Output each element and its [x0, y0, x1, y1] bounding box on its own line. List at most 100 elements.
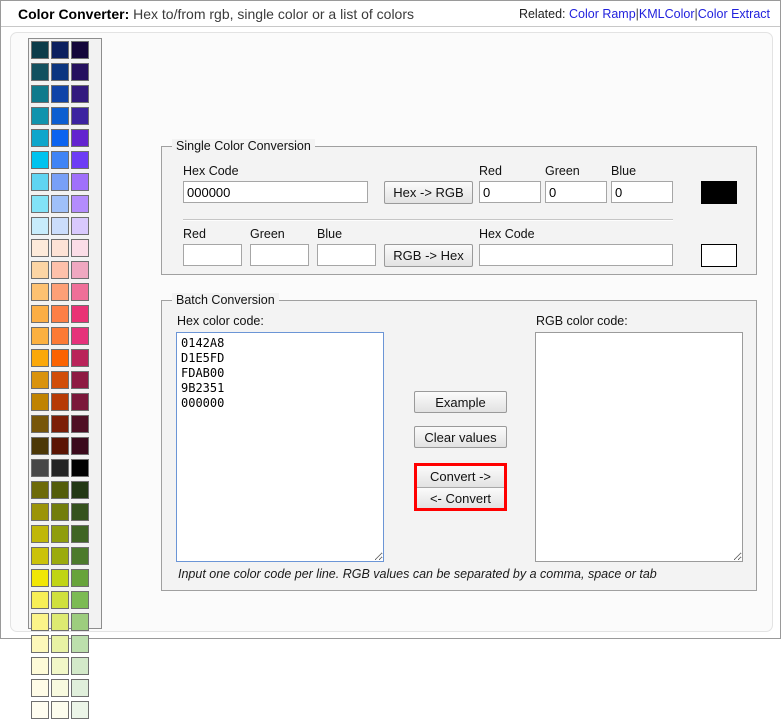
palette-swatch[interactable]	[71, 569, 89, 587]
palette-swatch[interactable]	[51, 503, 69, 521]
palette-swatch[interactable]	[31, 679, 49, 697]
palette-swatch[interactable]	[51, 393, 69, 411]
palette-swatch[interactable]	[31, 349, 49, 367]
palette-swatch[interactable]	[51, 415, 69, 433]
palette-swatch[interactable]	[31, 85, 49, 103]
palette-swatch[interactable]	[71, 481, 89, 499]
palette-swatch[interactable]	[31, 525, 49, 543]
blue-input[interactable]	[611, 181, 673, 203]
palette-swatch[interactable]	[71, 195, 89, 213]
rgb-color-code-textarea[interactable]	[535, 332, 743, 562]
palette-swatch[interactable]	[31, 283, 49, 301]
link-kmlcolor[interactable]: KMLColor	[639, 7, 695, 21]
example-button[interactable]: Example	[414, 391, 507, 413]
palette-swatch[interactable]	[71, 41, 89, 59]
palette-swatch[interactable]	[31, 701, 49, 719]
palette-swatch[interactable]	[31, 437, 49, 455]
hex-to-rgb-button[interactable]: Hex -> RGB	[384, 181, 473, 204]
palette-swatch[interactable]	[71, 701, 89, 719]
palette-swatch[interactable]	[71, 415, 89, 433]
palette-swatch[interactable]	[31, 481, 49, 499]
hex-code-input[interactable]	[183, 181, 368, 203]
palette-swatch[interactable]	[71, 393, 89, 411]
palette-swatch[interactable]	[51, 305, 69, 323]
palette-swatch[interactable]	[31, 547, 49, 565]
palette-swatch[interactable]	[51, 569, 69, 587]
palette-swatch[interactable]	[31, 393, 49, 411]
palette-swatch[interactable]	[31, 41, 49, 59]
palette-swatch[interactable]	[71, 349, 89, 367]
palette-swatch[interactable]	[31, 415, 49, 433]
palette-swatch[interactable]	[71, 217, 89, 235]
palette-swatch[interactable]	[51, 261, 69, 279]
palette-swatch[interactable]	[51, 525, 69, 543]
palette-swatch[interactable]	[71, 679, 89, 697]
red-input[interactable]	[479, 181, 541, 203]
palette-swatch[interactable]	[51, 349, 69, 367]
palette-swatch[interactable]	[51, 327, 69, 345]
palette-swatch[interactable]	[31, 151, 49, 169]
palette-swatch[interactable]	[31, 503, 49, 521]
palette-swatch[interactable]	[31, 459, 49, 477]
palette-swatch[interactable]	[31, 591, 49, 609]
palette-swatch[interactable]	[51, 701, 69, 719]
palette-swatch[interactable]	[31, 129, 49, 147]
palette-swatch[interactable]	[71, 283, 89, 301]
palette-swatch[interactable]	[51, 129, 69, 147]
palette-swatch[interactable]	[51, 63, 69, 81]
palette-swatch[interactable]	[31, 173, 49, 191]
palette-swatch[interactable]	[71, 173, 89, 191]
palette-swatch[interactable]	[31, 635, 49, 653]
palette-swatch[interactable]	[51, 217, 69, 235]
palette-swatch[interactable]	[71, 613, 89, 631]
palette-swatch[interactable]	[31, 371, 49, 389]
palette-swatch[interactable]	[31, 569, 49, 587]
palette-swatch[interactable]	[31, 107, 49, 125]
palette-swatch[interactable]	[51, 657, 69, 675]
palette-swatch[interactable]	[71, 371, 89, 389]
palette-swatch[interactable]	[51, 173, 69, 191]
palette-swatch[interactable]	[71, 107, 89, 125]
palette-swatch[interactable]	[31, 327, 49, 345]
palette-swatch[interactable]	[51, 679, 69, 697]
palette-swatch[interactable]	[71, 657, 89, 675]
green-input-2[interactable]	[250, 244, 309, 266]
palette-swatch[interactable]	[51, 613, 69, 631]
hex-code-input-2[interactable]	[479, 244, 673, 266]
palette-swatch[interactable]	[71, 327, 89, 345]
palette-swatch[interactable]	[71, 239, 89, 257]
palette-swatch[interactable]	[31, 63, 49, 81]
link-color-ramp[interactable]: Color Ramp	[569, 7, 636, 21]
palette-swatch[interactable]	[51, 239, 69, 257]
palette-swatch[interactable]	[51, 547, 69, 565]
palette-swatch[interactable]	[71, 591, 89, 609]
blue-input-2[interactable]	[317, 244, 376, 266]
palette-swatch[interactable]	[31, 195, 49, 213]
clear-values-button[interactable]: Clear values	[414, 426, 507, 448]
palette-swatch[interactable]	[71, 635, 89, 653]
convert-right-button[interactable]: Convert ->	[417, 466, 504, 487]
palette-swatch[interactable]	[31, 613, 49, 631]
palette-swatch[interactable]	[31, 657, 49, 675]
palette-swatch[interactable]	[31, 305, 49, 323]
palette-swatch[interactable]	[71, 547, 89, 565]
palette-swatch[interactable]	[71, 261, 89, 279]
palette-swatch[interactable]	[71, 129, 89, 147]
palette-swatch[interactable]	[31, 217, 49, 235]
palette-swatch[interactable]	[51, 459, 69, 477]
palette-swatch[interactable]	[51, 107, 69, 125]
palette-swatch[interactable]	[51, 195, 69, 213]
palette-swatch[interactable]	[71, 459, 89, 477]
rgb-to-hex-button[interactable]: RGB -> Hex	[384, 244, 473, 267]
convert-left-button[interactable]: <- Convert	[417, 487, 504, 508]
palette-swatch[interactable]	[71, 305, 89, 323]
palette-swatch[interactable]	[71, 503, 89, 521]
palette-swatch[interactable]	[51, 85, 69, 103]
palette-swatch[interactable]	[51, 437, 69, 455]
link-color-extract[interactable]: Color Extract	[698, 7, 770, 21]
palette-swatch[interactable]	[51, 151, 69, 169]
palette-swatch[interactable]	[51, 371, 69, 389]
palette-swatch[interactable]	[51, 591, 69, 609]
color-palette[interactable]	[28, 38, 102, 719]
palette-swatch[interactable]	[51, 283, 69, 301]
